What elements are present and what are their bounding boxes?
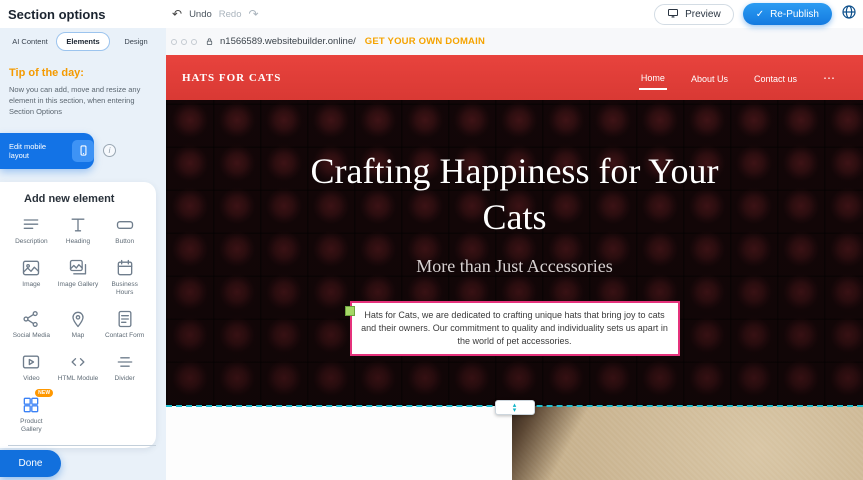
- new-badge: NEW: [35, 389, 53, 397]
- nav-contact-us[interactable]: Contact us: [752, 67, 799, 89]
- heading-icon: [67, 215, 89, 235]
- site-logo[interactable]: HATS FOR CATS: [182, 72, 281, 84]
- site-url: n1566589.websitebuilder.online/: [220, 36, 356, 47]
- tab-ai-content[interactable]: AI Content: [4, 32, 56, 51]
- republish-button[interactable]: ✓ Re-Publish: [743, 3, 832, 25]
- hero-heading[interactable]: Crafting Happiness for Your Cats: [280, 148, 750, 240]
- hero-section[interactable]: Crafting Happiness for Your Cats More th…: [166, 100, 863, 406]
- browser-dot: [181, 39, 187, 45]
- section-options-sidebar: AI Content Elements Design Tip of the da…: [0, 28, 166, 480]
- html-module-icon: [67, 352, 89, 372]
- nav-more-icon[interactable]: ⋯: [821, 72, 837, 84]
- next-section: [166, 406, 863, 480]
- product-gallery-icon: NEW: [20, 395, 42, 415]
- website-builder-app: Section options ↶ Undo Redo ↷ Preview ✓ …: [0, 0, 863, 480]
- tab-design[interactable]: Design: [110, 32, 162, 51]
- resize-down-icon: ▾: [513, 408, 517, 413]
- element-grid: Description Heading Button: [0, 215, 156, 435]
- section-resize-handle[interactable]: ▴ ▾: [495, 400, 535, 415]
- nav-about-us[interactable]: About Us: [689, 67, 730, 89]
- check-icon: ✓: [756, 9, 764, 20]
- preview-label: Preview: [685, 9, 721, 20]
- add-element-title: Add new element: [24, 193, 156, 205]
- tab-elements[interactable]: Elements: [56, 32, 110, 51]
- preview-button[interactable]: Preview: [654, 4, 734, 25]
- preview-area: n1566589.websitebuilder.online/ GET YOUR…: [166, 28, 863, 480]
- tip-of-the-day: Tip of the day: Now you can add, move an…: [0, 51, 166, 118]
- element-map[interactable]: Map: [55, 309, 102, 340]
- element-description[interactable]: Description: [8, 215, 55, 246]
- edit-mobile-label: Edit mobile layout: [9, 142, 65, 160]
- get-domain-link[interactable]: GET YOUR OWN DOMAIN: [365, 36, 485, 47]
- tip-title: Tip of the day:: [9, 67, 154, 79]
- element-contact-form[interactable]: Contact Form: [101, 309, 148, 340]
- tip-body: Now you can add, move and resize any ele…: [9, 85, 154, 118]
- page-title: Section options: [8, 7, 106, 22]
- add-element-panel: Add new element Description Heading: [0, 182, 156, 448]
- site-nav: Home About Us Contact us ⋯: [639, 66, 837, 90]
- video-icon: [20, 352, 42, 372]
- element-button[interactable]: Button: [101, 215, 148, 246]
- undo-icon[interactable]: ↶: [172, 8, 182, 20]
- monitor-icon: [667, 7, 679, 22]
- business-hours-icon: [114, 258, 136, 278]
- hero-description-text: Hats for Cats, we are dedicated to craft…: [361, 310, 668, 346]
- contact-form-icon: [114, 309, 136, 329]
- nav-home[interactable]: Home: [639, 66, 667, 90]
- browser-dot: [171, 39, 177, 45]
- language-globe-icon[interactable]: [841, 4, 857, 25]
- element-image[interactable]: Image: [8, 258, 55, 297]
- history-controls: ↶ Undo Redo ↷: [172, 0, 259, 28]
- sidebar-divider: [8, 445, 156, 446]
- next-section-cat-image[interactable]: [512, 406, 863, 480]
- redo-button[interactable]: Redo: [219, 9, 242, 20]
- element-image-gallery[interactable]: Image Gallery: [55, 258, 102, 297]
- redo-icon[interactable]: ↷: [249, 8, 259, 20]
- edit-mobile-layout-button[interactable]: Edit mobile layout: [0, 133, 94, 169]
- element-html-module[interactable]: HTML Module: [55, 352, 102, 383]
- browser-bar: n1566589.websitebuilder.online/ GET YOUR…: [166, 28, 863, 55]
- element-video[interactable]: Video: [8, 352, 55, 383]
- element-product-gallery[interactable]: NEW Product Gallery: [8, 395, 55, 434]
- edit-mobile-row: Edit mobile layout i: [0, 133, 166, 169]
- next-section-blank: [166, 406, 512, 480]
- element-heading[interactable]: Heading: [55, 215, 102, 246]
- top-toolbar: Section options ↶ Undo Redo ↷ Preview ✓ …: [0, 0, 863, 28]
- element-social-media[interactable]: Social Media: [8, 309, 55, 340]
- site-header: HATS FOR CATS Home About Us Contact us ⋯: [166, 55, 863, 100]
- button-icon: [114, 215, 136, 235]
- undo-button[interactable]: Undo: [189, 9, 212, 20]
- image-gallery-icon: [67, 258, 89, 278]
- element-business-hours[interactable]: Business Hours: [101, 258, 148, 297]
- map-icon: [67, 309, 89, 329]
- hero-description-box[interactable]: Hats for Cats, we are dedicated to craft…: [350, 301, 680, 356]
- hero-subheading[interactable]: More than Just Accessories: [416, 256, 612, 277]
- browser-dot: [191, 39, 197, 45]
- element-drag-handle[interactable]: [345, 306, 355, 316]
- divider-icon: [114, 352, 136, 372]
- social-media-icon: [20, 309, 42, 329]
- toolbar-right: Preview ✓ Re-Publish: [654, 0, 857, 28]
- republish-label: Re-Publish: [770, 9, 819, 20]
- lock-icon: [205, 33, 214, 51]
- element-divider[interactable]: Divider: [101, 352, 148, 383]
- mobile-phone-icon: [72, 140, 94, 162]
- description-icon: [20, 215, 42, 235]
- info-icon[interactable]: i: [103, 144, 116, 157]
- done-button[interactable]: Done: [0, 450, 61, 477]
- image-icon: [20, 258, 42, 278]
- sidebar-tabs: AI Content Elements Design: [4, 32, 162, 51]
